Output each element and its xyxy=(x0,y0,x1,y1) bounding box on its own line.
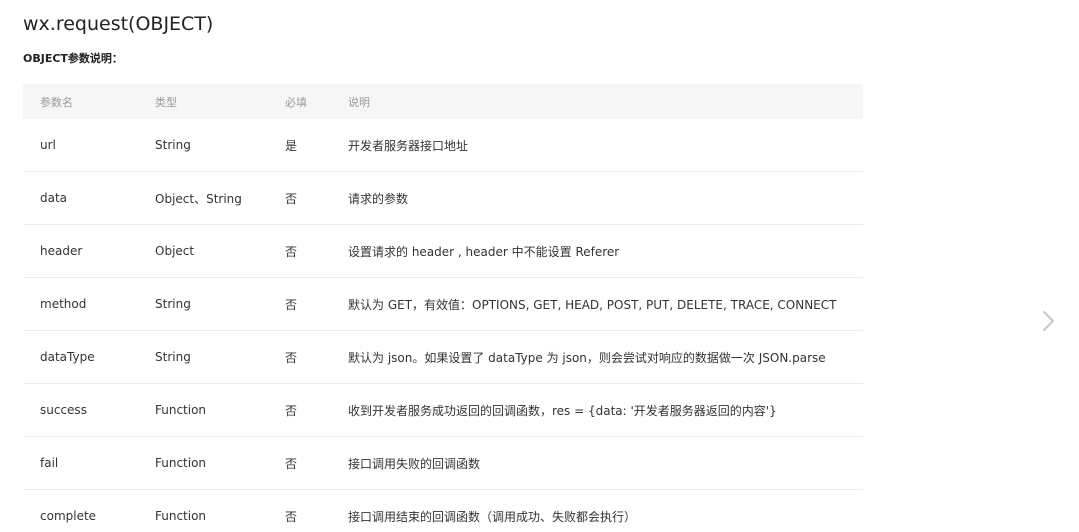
page-title: wx.request(OBJECT) xyxy=(23,13,214,35)
table-row: success Function 否 收到开发者服务成功返回的回调函数，res … xyxy=(23,383,863,437)
table-row: url String 是 开发者服务器接口地址 xyxy=(23,119,863,172)
cell-param-required: 否 xyxy=(285,171,348,225)
params-table-header: 参数名 类型 必填 说明 xyxy=(23,84,863,119)
cell-param-name: method xyxy=(23,277,155,331)
cell-param-type: Object、String xyxy=(155,171,285,225)
table-row: fail Function 否 接口调用失败的回调函数 xyxy=(23,436,863,490)
cell-param-type: String xyxy=(155,330,285,384)
cell-param-name: url xyxy=(23,119,155,172)
cell-param-type: Function xyxy=(155,383,285,437)
table-row: data Object、String 否 请求的参数 xyxy=(23,171,863,225)
cell-param-description: 默认为 GET，有效值：OPTIONS, GET, HEAD, POST, PU… xyxy=(348,277,863,331)
params-table: 参数名 类型 必填 说明 url String 是 开发者服务器接口地址 dat… xyxy=(23,84,863,532)
cell-param-required: 否 xyxy=(285,509,298,524)
table-row: method String 否 默认为 GET，有效值：OPTIONS, GET… xyxy=(23,277,863,331)
table-row: complete Function 否 接口调用结束的回调函数（调用成功、失败都… xyxy=(23,490,863,532)
cell-param-name: complete xyxy=(40,509,97,523)
cell-param-name: data xyxy=(23,171,155,225)
cell-param-type: Object xyxy=(155,224,285,278)
cell-param-required: 否 xyxy=(285,224,348,278)
page: wx.request(OBJECT) OBJECT参数说明： 参数名 类型 必填… xyxy=(0,0,1079,532)
cell-param-description: 开发者服务器接口地址 xyxy=(348,119,863,172)
header-cell-type: 类型 xyxy=(155,95,177,109)
cell-param-required: 是 xyxy=(285,119,348,172)
section-subtitle: OBJECT参数说明： xyxy=(23,52,123,65)
cell-param-name: success xyxy=(23,383,155,437)
cell-param-required: 否 xyxy=(285,330,348,384)
cell-param-required: 否 xyxy=(285,383,348,437)
cell-param-name: fail xyxy=(23,436,155,490)
cell-param-description: 请求的参数 xyxy=(348,171,863,225)
cell-param-required: 否 xyxy=(285,436,348,490)
cell-param-description: 接口调用失败的回调函数 xyxy=(348,436,863,490)
header-row: 参数名 类型 必填 说明 xyxy=(23,84,863,119)
cell-param-type: String xyxy=(155,119,285,172)
cell-param-type: Function xyxy=(155,436,285,490)
cell-param-name: dataType xyxy=(23,330,155,384)
header-cell-name: 参数名 xyxy=(40,95,73,109)
table-row: header Object 否 设置请求的 header , header 中不… xyxy=(23,224,863,278)
cell-param-type: Function xyxy=(155,509,207,523)
next-page-button[interactable] xyxy=(1038,309,1060,333)
table-row: dataType String 否 默认为 json。如果设置了 dataTyp… xyxy=(23,330,863,384)
params-table-body: url String 是 开发者服务器接口地址 data Object、Stri… xyxy=(23,119,863,532)
header-cell-description: 说明 xyxy=(348,95,370,109)
header-cell-required: 必填 xyxy=(285,95,307,109)
cell-param-description: 接口调用结束的回调函数（调用成功、失败都会执行） xyxy=(348,509,637,524)
cell-param-required: 否 xyxy=(285,277,348,331)
cell-param-description: 默认为 json。如果设置了 dataType 为 json，则会尝试对响应的数… xyxy=(348,330,863,384)
cell-param-description: 收到开发者服务成功返回的回调函数，res = {data: '开发者服务器返回的… xyxy=(348,383,863,437)
cell-param-name: header xyxy=(23,224,155,278)
cell-param-type: String xyxy=(155,277,285,331)
cell-param-description: 设置请求的 header , header 中不能设置 Referer xyxy=(348,224,863,278)
chevron-right-icon xyxy=(1043,311,1054,331)
